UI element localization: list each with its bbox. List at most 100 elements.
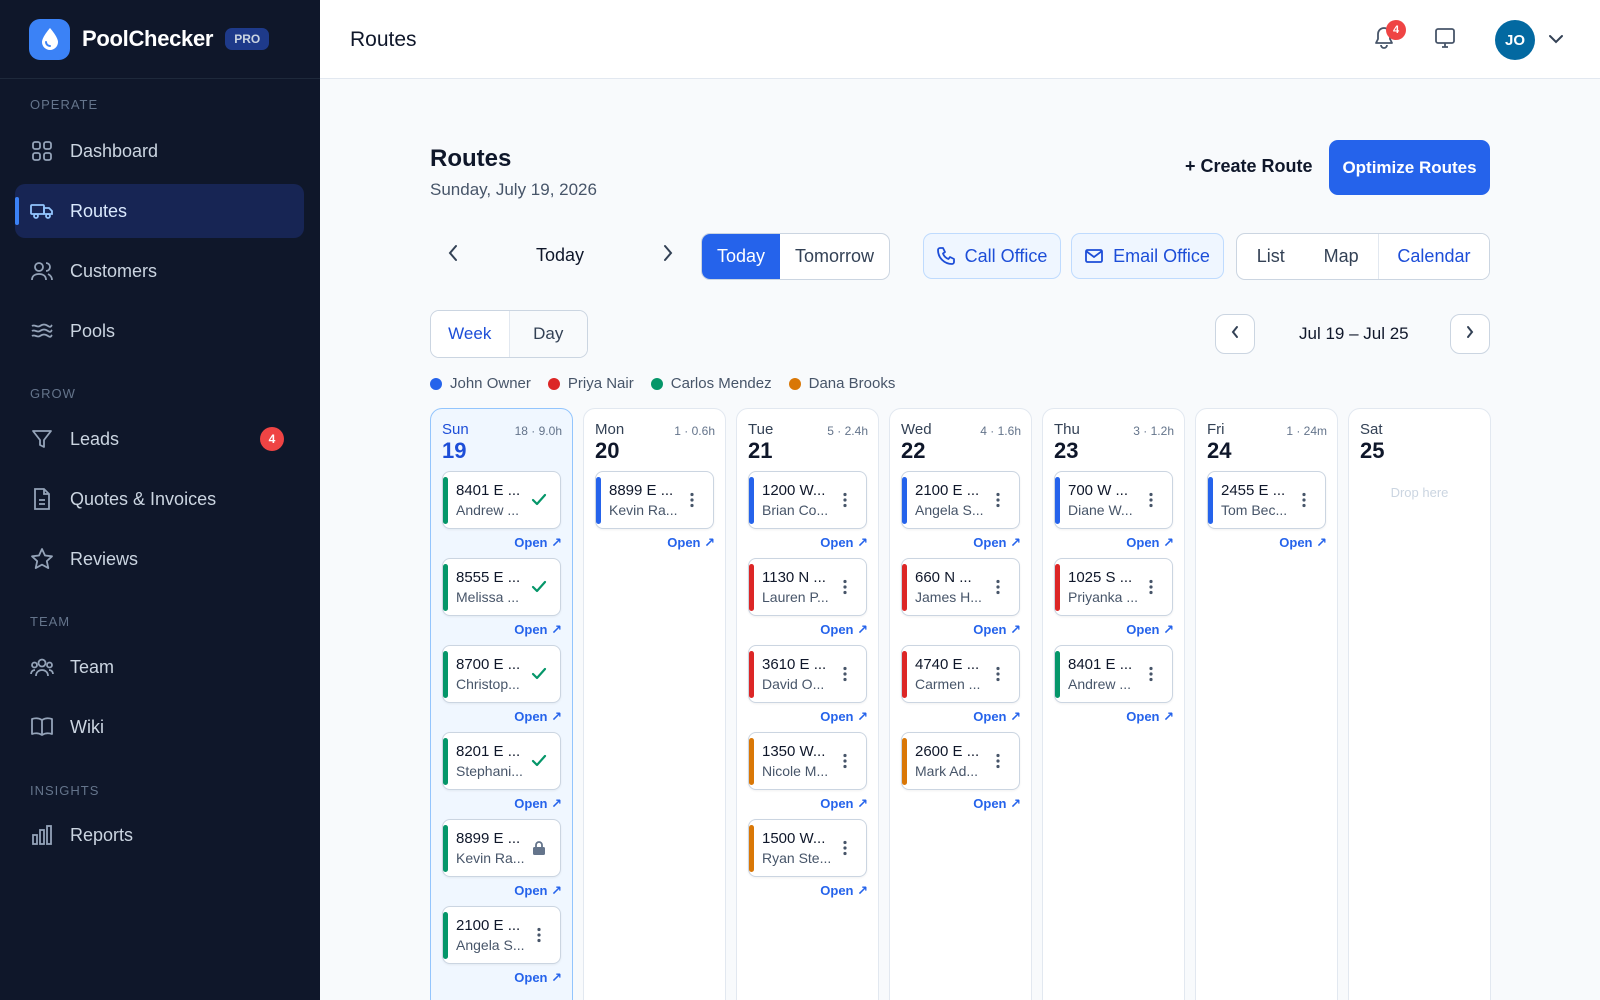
avatar[interactable]: JO [1495, 20, 1535, 60]
drop-zone[interactable]: Drop here [1349, 485, 1490, 500]
create-route-button[interactable]: + Create Route [1185, 156, 1313, 177]
more-vertical-icon[interactable] [528, 924, 550, 946]
more-vertical-icon[interactable] [834, 663, 856, 685]
more-vertical-icon[interactable] [1140, 663, 1162, 685]
open-stop-link[interactable]: Open ↗ [1126, 622, 1174, 638]
route-stop-card[interactable]: 3610 E ... David O... [748, 645, 867, 703]
open-stop-link[interactable]: Open ↗ [514, 883, 562, 899]
more-vertical-icon[interactable] [681, 489, 703, 511]
open-stop-link[interactable]: Open ↗ [820, 709, 868, 725]
more-vertical-icon[interactable] [987, 576, 1009, 598]
route-stop-card[interactable]: 1200 W... Brian Co... [748, 471, 867, 529]
view-toggle: List Map Calendar [1236, 233, 1490, 280]
previous-week-button[interactable] [1215, 314, 1255, 354]
sidebar-item-team[interactable]: Team [15, 640, 304, 694]
mode-week[interactable]: Week [431, 311, 510, 357]
route-stop-card[interactable]: 8899 E ... Kevin Ra... [595, 471, 714, 529]
open-stop-link[interactable]: Open ↗ [1126, 709, 1174, 725]
sidebar-item-reviews[interactable]: Reviews [15, 532, 304, 586]
more-vertical-icon[interactable] [987, 489, 1009, 511]
route-stop-card[interactable]: 8700 E ... Christop... [442, 645, 561, 703]
open-stop-link[interactable]: Open ↗ [973, 535, 1021, 551]
open-stop-link[interactable]: Open ↗ [514, 535, 562, 551]
sidebar-item-customers[interactable]: Customers [15, 244, 304, 298]
view-calendar[interactable]: Calendar [1377, 234, 1489, 279]
day-column-tue[interactable]: Tue 21 5 · 2.4h 1200 W... Brian Co... Open ↗ 1… [736, 408, 879, 1000]
day-column-wed[interactable]: Wed 22 4 · 1.6h 2100 E ... Angela S... Open ↗… [889, 408, 1032, 1000]
route-stop-card[interactable]: 2100 E ... Angela S... [901, 471, 1020, 529]
day-summary: 1 · 0.6h [674, 424, 715, 438]
day-column-fri[interactable]: Fri 24 1 · 24m 2455 E ... Tom Bec... Open ↗ [1195, 408, 1338, 1000]
optimize-routes-button[interactable]: Optimize Routes [1329, 140, 1490, 195]
route-stop-card[interactable]: 4740 E ... Carmen ... [901, 645, 1020, 703]
more-vertical-icon[interactable] [1140, 489, 1162, 511]
route-stop-card[interactable]: 1025 S ... Priyanka ... [1054, 558, 1173, 616]
sidebar-item-wiki[interactable]: Wiki [15, 700, 304, 754]
route-stop-card[interactable]: 8401 E ... Andrew ... [1054, 645, 1173, 703]
display-button[interactable] [1431, 26, 1459, 54]
quick-day-tomorrow[interactable]: Tomorrow [780, 234, 889, 279]
sidebar-item-quotes-invoices[interactable]: Quotes & Invoices [15, 472, 304, 526]
route-stop-card[interactable]: 2600 E ... Mark Ad... [901, 732, 1020, 790]
more-vertical-icon[interactable] [1293, 489, 1315, 511]
open-stop-link[interactable]: Open ↗ [820, 796, 868, 812]
open-stop-link[interactable]: Open ↗ [514, 970, 562, 986]
route-stop-card[interactable]: 2100 E ... Angela S... [442, 906, 561, 964]
sidebar-item-dashboard[interactable]: Dashboard [15, 124, 304, 178]
open-stop-link[interactable]: Open ↗ [820, 883, 868, 899]
day-column-mon[interactable]: Mon 20 1 · 0.6h 8899 E ... Kevin Ra... Open ↗ [583, 408, 726, 1000]
sidebar-item-leads[interactable]: Leads 4 [15, 412, 304, 466]
sidebar-item-pools[interactable]: Pools [15, 304, 304, 358]
email-office-button[interactable]: Email Office [1071, 233, 1224, 279]
next-week-button[interactable] [1450, 314, 1490, 354]
open-stop-link[interactable]: Open ↗ [1126, 535, 1174, 551]
legend-label: Dana Brooks [808, 375, 896, 392]
mail-icon [1085, 249, 1104, 263]
mode-day[interactable]: Day [509, 311, 587, 357]
more-vertical-icon[interactable] [834, 750, 856, 772]
more-vertical-icon[interactable] [834, 837, 856, 859]
route-stop-card[interactable]: 8201 E ... Stephani... [442, 732, 561, 790]
sidebar-item-routes[interactable]: Routes [15, 184, 304, 238]
more-vertical-icon[interactable] [834, 489, 856, 511]
open-stop-link[interactable]: Open ↗ [514, 709, 562, 725]
route-stop-card[interactable]: 660 N ... James H... [901, 558, 1020, 616]
open-stop-link[interactable]: Open ↗ [973, 709, 1021, 725]
day-summary: 18 · 9.0h [514, 424, 562, 438]
open-stop-link[interactable]: Open ↗ [973, 796, 1021, 812]
more-vertical-icon[interactable] [834, 576, 856, 598]
previous-day-button[interactable] [441, 243, 465, 267]
route-stop-card[interactable]: 1350 W... Nicole M... [748, 732, 867, 790]
more-vertical-icon[interactable] [987, 663, 1009, 685]
quick-day-today[interactable]: Today [702, 234, 780, 279]
route-stop-card[interactable]: 8899 E ... Kevin Ra... [442, 819, 561, 877]
day-column-sun[interactable]: Sun 19 18 · 9.0h 8401 E ... Andrew ... Open ↗… [430, 408, 573, 1000]
sidebar-item-reports[interactable]: Reports [15, 808, 304, 862]
notifications-button[interactable]: 4 [1370, 20, 1406, 54]
day-column-sat[interactable]: Sat 25 Drop here [1348, 408, 1491, 1000]
route-stop-card[interactable]: 1130 N ... Lauren P... [748, 558, 867, 616]
next-day-button[interactable] [656, 243, 680, 267]
open-stop-link[interactable]: Open ↗ [514, 622, 562, 638]
open-stop-link[interactable]: Open ↗ [514, 796, 562, 812]
call-office-button[interactable]: Call Office [923, 233, 1061, 279]
day-name: Wed [901, 421, 932, 438]
open-stop-link[interactable]: Open ↗ [1279, 535, 1327, 551]
route-stop-card[interactable]: 700 W ... Diane W... [1054, 471, 1173, 529]
more-vertical-icon[interactable] [1140, 576, 1162, 598]
sidebar-item-label: Dashboard [70, 140, 159, 161]
open-stop-link[interactable]: Open ↗ [820, 622, 868, 638]
day-column-thu[interactable]: Thu 23 3 · 1.2h 700 W ... Diane W... Open ↗ 10… [1042, 408, 1185, 1000]
open-stop-link[interactable]: Open ↗ [973, 622, 1021, 638]
route-stop-card[interactable]: 8401 E ... Andrew ... [442, 471, 561, 529]
open-stop-link[interactable]: Open ↗ [667, 535, 715, 551]
brand[interactable]: PoolChecker PRO [0, 0, 320, 79]
open-stop-link[interactable]: Open ↗ [820, 535, 868, 551]
route-stop-card[interactable]: 1500 W... Ryan Ste... [748, 819, 867, 877]
route-stop-card[interactable]: 8555 E ... Melissa ... [442, 558, 561, 616]
view-list[interactable]: List [1237, 234, 1304, 279]
more-vertical-icon[interactable] [987, 750, 1009, 772]
view-map[interactable]: Map [1304, 234, 1377, 279]
chevron-down-icon[interactable] [1548, 30, 1564, 53]
route-stop-card[interactable]: 2455 E ... Tom Bec... [1207, 471, 1326, 529]
